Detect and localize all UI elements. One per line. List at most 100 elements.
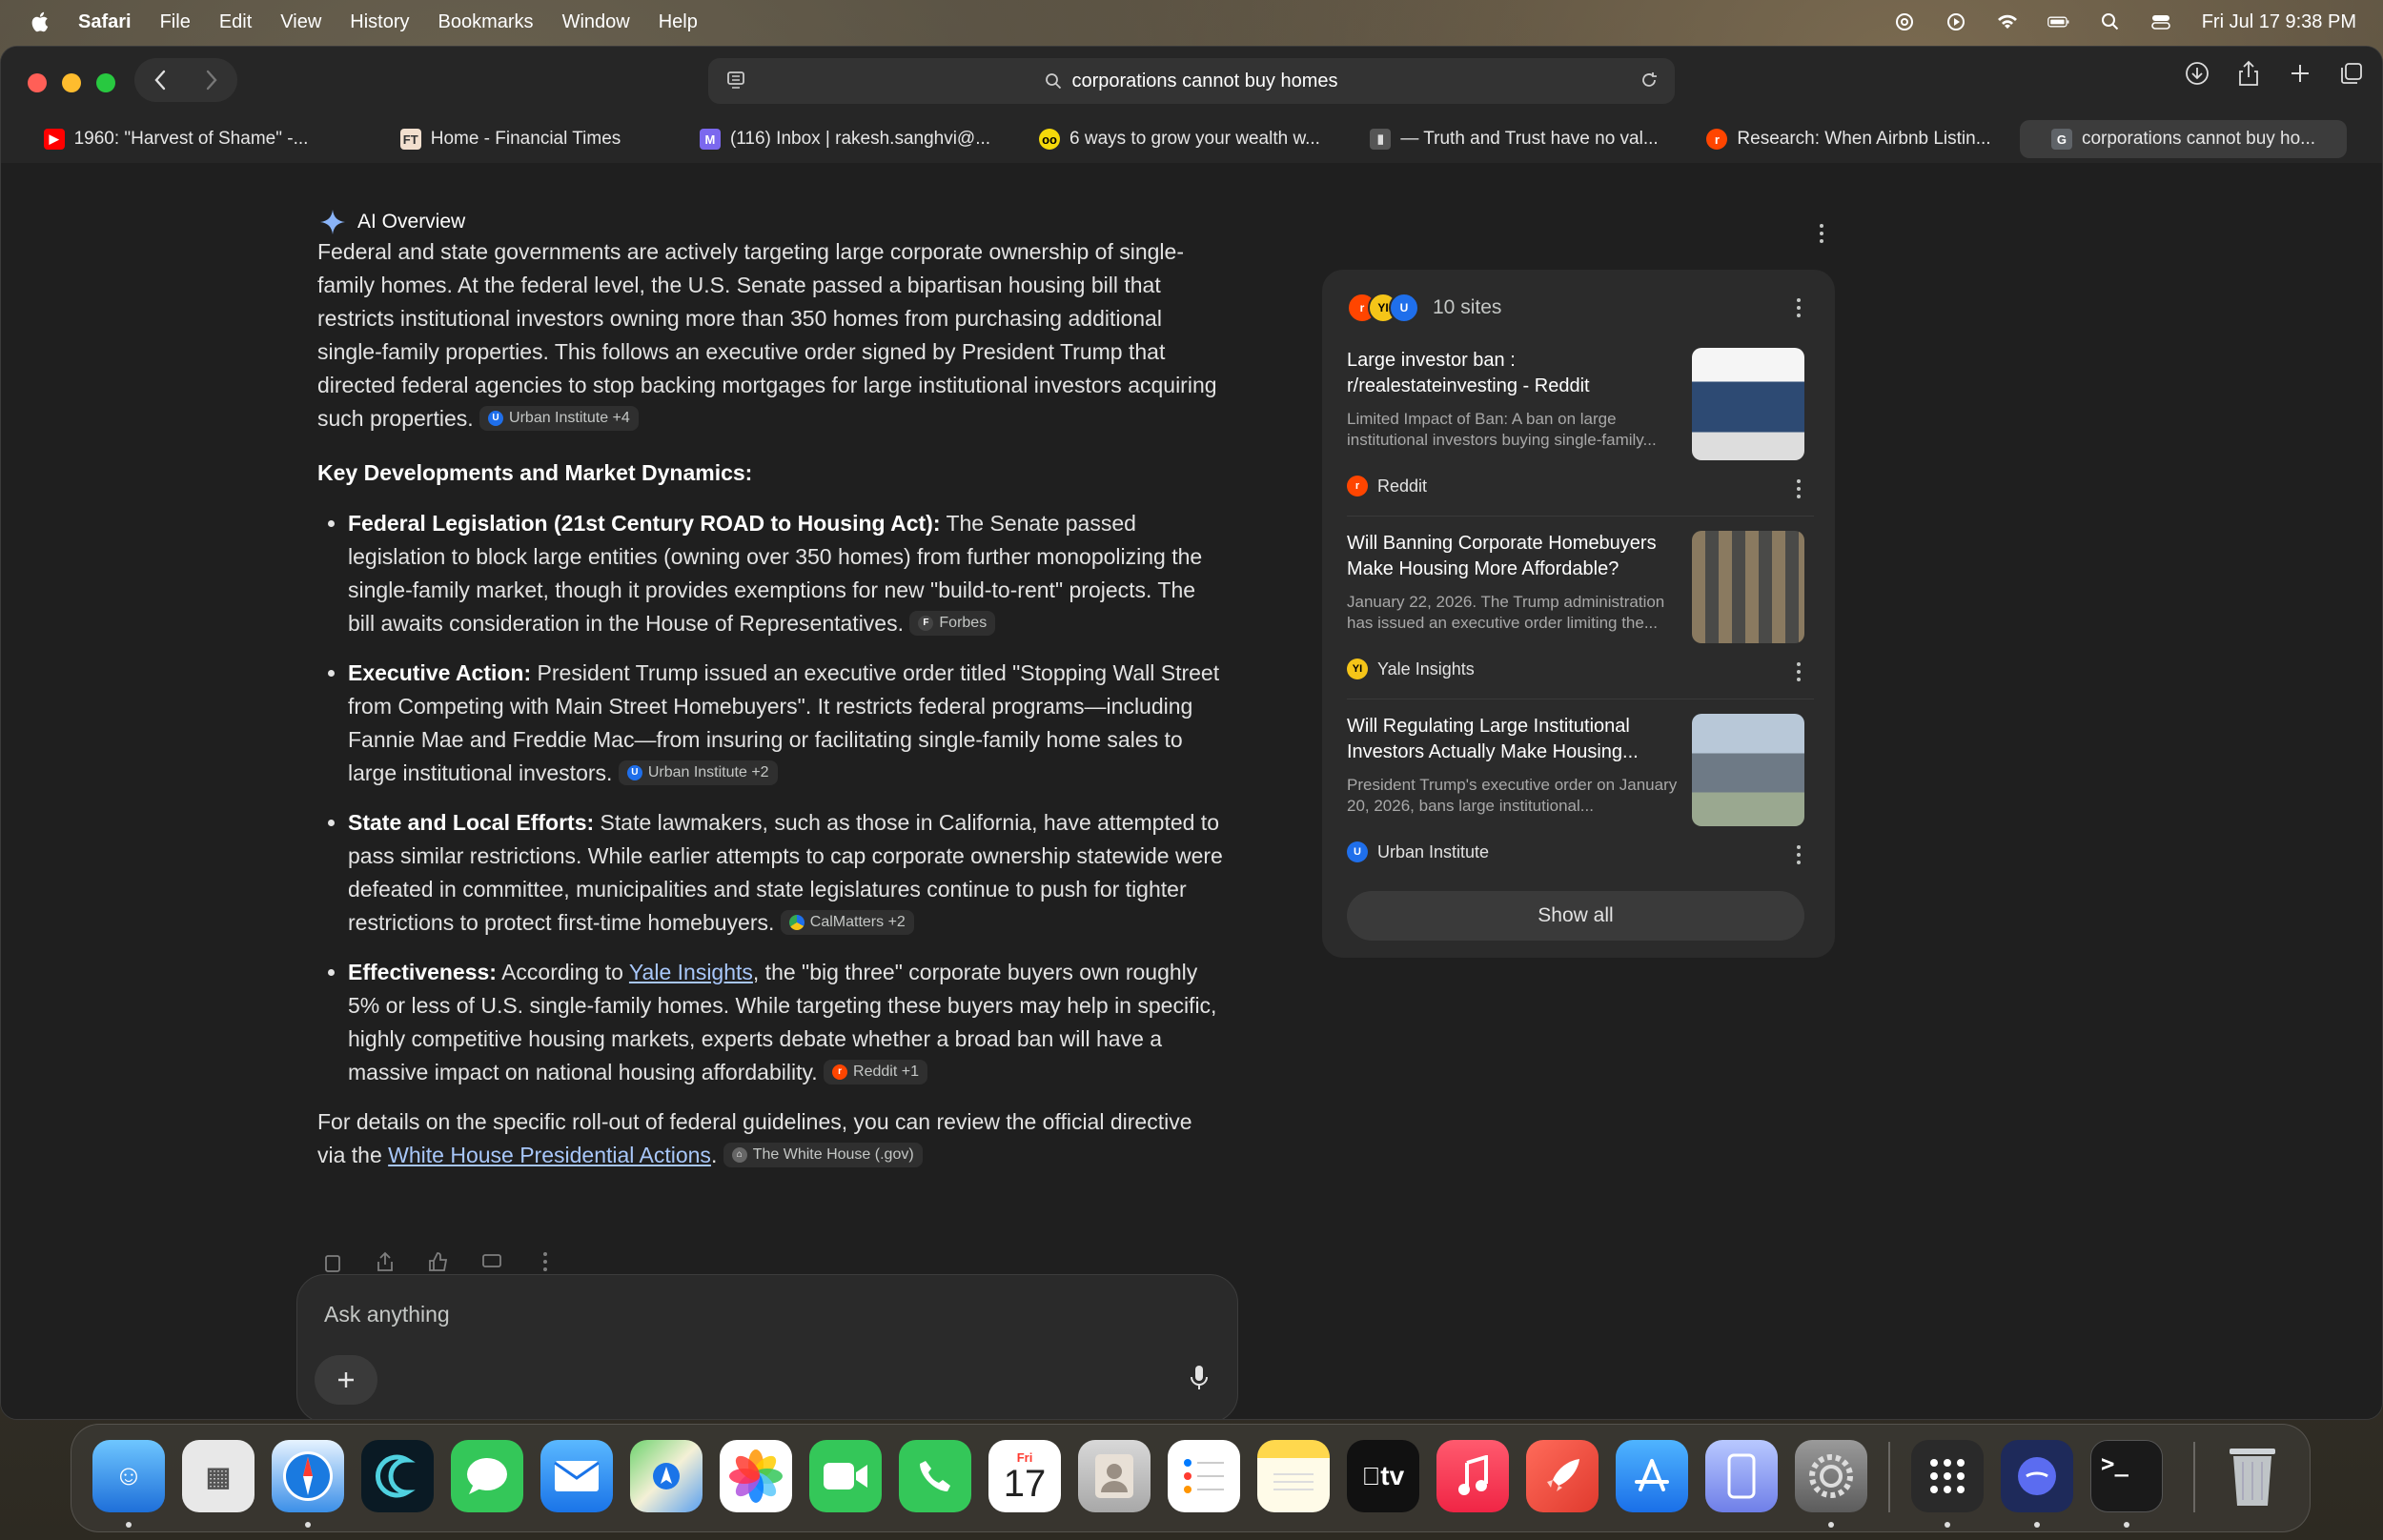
menubar-clock[interactable]: Fri Jul 17 9:38 PM xyxy=(2202,11,2356,33)
citation-chip[interactable]: U Urban Institute +2 xyxy=(618,760,778,785)
trash-icon[interactable] xyxy=(2216,1440,2289,1512)
source-thumbnail[interactable] xyxy=(1692,531,1804,643)
more-icon[interactable] xyxy=(533,1249,558,1274)
play-circle-icon[interactable] xyxy=(1945,12,1967,31)
copy-icon[interactable] xyxy=(319,1249,344,1274)
notes-icon[interactable] xyxy=(1257,1440,1330,1512)
source-title[interactable]: Will Regulating Large Institutional Inve… xyxy=(1347,714,1680,765)
music-icon[interactable] xyxy=(1436,1440,1509,1512)
system-settings-icon[interactable] xyxy=(1795,1440,1867,1512)
calmatters-icon xyxy=(788,914,805,930)
source-site[interactable]: YI Yale Insights xyxy=(1347,659,1475,679)
assistant-app-icon[interactable] xyxy=(2001,1440,2073,1512)
microphone-icon[interactable] xyxy=(1190,1365,1209,1396)
urban-institute-icon: U xyxy=(488,410,504,426)
downloads-icon[interactable] xyxy=(2184,60,2210,87)
urban-institute-icon: U xyxy=(626,764,642,780)
phone-icon[interactable] xyxy=(899,1440,971,1512)
reminders-icon[interactable] xyxy=(1168,1440,1240,1512)
zoom-window-button[interactable] xyxy=(96,73,115,92)
tab-grow-wealth[interactable]: oo 6 ways to grow your wealth w... xyxy=(1016,120,1343,158)
maps-icon[interactable] xyxy=(630,1440,703,1512)
share-icon[interactable] xyxy=(373,1249,397,1274)
apple-tv-icon[interactable]: tv xyxy=(1347,1440,1419,1512)
battery-icon[interactable] xyxy=(2047,12,2070,31)
tab-airbnb-research[interactable]: r Research: When Airbnb Listin... xyxy=(1685,120,2012,158)
menu-app-name[interactable]: Safari xyxy=(78,11,132,33)
menu-view[interactable]: View xyxy=(280,11,321,33)
apple-icon[interactable] xyxy=(29,10,50,34)
forward-button[interactable] xyxy=(193,61,231,99)
spotlight-search-icon[interactable] xyxy=(2099,12,2122,31)
new-tab-icon[interactable] xyxy=(2287,60,2313,87)
messages-icon[interactable] xyxy=(451,1440,523,1512)
white-house-link[interactable]: White House Presidential Actions xyxy=(388,1143,711,1167)
source-title[interactable]: Will Banning Corporate Homebuyers Make H… xyxy=(1347,531,1680,582)
menu-file[interactable]: File xyxy=(160,11,191,33)
source-more-icon[interactable] xyxy=(1795,662,1803,681)
safari-icon[interactable] xyxy=(272,1440,344,1512)
minimize-window-button[interactable] xyxy=(62,73,81,92)
tab-financial-times[interactable]: FT Home - Financial Times xyxy=(347,120,674,158)
section-heading: Key Developments and Market Dynamics: xyxy=(317,460,753,485)
dock-divider xyxy=(1888,1442,1890,1512)
ask-box[interactable]: Ask anything xyxy=(296,1274,1238,1419)
source-more-icon[interactable] xyxy=(1795,845,1803,864)
sources-more-icon[interactable] xyxy=(1795,298,1803,317)
share-icon[interactable] xyxy=(2235,60,2262,87)
add-attachment-button[interactable] xyxy=(315,1355,377,1405)
tab-overview-icon[interactable] xyxy=(2338,60,2365,87)
menu-edit[interactable]: Edit xyxy=(219,11,252,33)
thumbs-up-icon[interactable] xyxy=(426,1249,451,1274)
citation-chip[interactable]: r Reddit +1 xyxy=(824,1059,927,1084)
address-bar[interactable]: corporations cannot buy homes xyxy=(708,58,1675,104)
menu-window[interactable]: Window xyxy=(562,11,630,33)
citation-chip[interactable]: F Forbes xyxy=(909,610,996,636)
app-grid-icon[interactable] xyxy=(1911,1440,1984,1512)
mail-icon[interactable] xyxy=(540,1440,613,1512)
launchpad-icon[interactable]: ▦ xyxy=(182,1440,255,1512)
source-thumbnail[interactable] xyxy=(1692,714,1804,826)
terminal-icon[interactable]: >_ xyxy=(2090,1440,2163,1512)
rocket-icon[interactable] xyxy=(1526,1440,1599,1512)
reload-icon[interactable] xyxy=(1639,70,1660,95)
source-more-icon[interactable] xyxy=(1795,479,1803,498)
menu-help[interactable]: Help xyxy=(659,11,698,33)
contacts-icon[interactable] xyxy=(1078,1440,1151,1512)
url-display[interactable]: corporations cannot buy homes xyxy=(708,58,1675,104)
iphone-mirroring-icon[interactable] xyxy=(1705,1440,1778,1512)
control-center-icon[interactable] xyxy=(2150,12,2173,31)
show-all-button[interactable]: Show all xyxy=(1347,891,1804,941)
sources-header[interactable]: r YI U 10 sites xyxy=(1347,293,1501,323)
yale-insights-link[interactable]: Yale Insights xyxy=(629,960,753,984)
photos-icon[interactable] xyxy=(720,1440,792,1512)
wifi-icon[interactable] xyxy=(1996,12,2019,31)
citation-label: CalMatters +2 xyxy=(809,914,906,931)
app-store-icon[interactable] xyxy=(1616,1440,1688,1512)
source-thumbnail[interactable] xyxy=(1692,348,1804,460)
ai-overview-more-icon[interactable] xyxy=(1818,224,1825,243)
tab-harvest-of-shame[interactable]: ▶ 1960: "Harvest of Shame" -... xyxy=(12,120,339,158)
chatgpt-icon[interactable] xyxy=(1893,12,1916,31)
crescent-app-icon[interactable] xyxy=(361,1440,434,1512)
tab-google-search-active[interactable]: G corporations cannot buy ho... xyxy=(2020,120,2347,158)
menu-history[interactable]: History xyxy=(350,11,409,33)
facetime-icon[interactable] xyxy=(809,1440,882,1512)
feedback-icon[interactable] xyxy=(479,1249,504,1274)
source-title[interactable]: Large investor ban : r/realestateinvesti… xyxy=(1347,348,1680,399)
tab-truth-and-trust[interactable]: ▮ — Truth and Trust have no val... xyxy=(1351,120,1678,158)
citation-chip[interactable]: U Urban Institute +4 xyxy=(479,405,639,431)
source-site-name: Yale Insights xyxy=(1377,659,1475,679)
menu-bookmarks[interactable]: Bookmarks xyxy=(438,11,534,33)
citation-chip[interactable]: CalMatters +2 xyxy=(780,909,914,935)
white-house-icon: ⌂ xyxy=(731,1146,747,1163)
ask-input[interactable]: Ask anything xyxy=(324,1302,450,1327)
source-site[interactable]: U Urban Institute xyxy=(1347,841,1489,862)
tab-inbox[interactable]: M (116) Inbox | rakesh.sanghvi@... xyxy=(682,120,1008,158)
close-window-button[interactable] xyxy=(28,73,47,92)
finder-icon[interactable]: ☺ xyxy=(92,1440,165,1512)
calendar-icon[interactable]: Fri 17 xyxy=(988,1440,1061,1512)
citation-chip[interactable]: ⌂ The White House (.gov) xyxy=(723,1142,923,1167)
source-site[interactable]: r Reddit xyxy=(1347,476,1427,496)
back-button[interactable] xyxy=(141,61,179,99)
